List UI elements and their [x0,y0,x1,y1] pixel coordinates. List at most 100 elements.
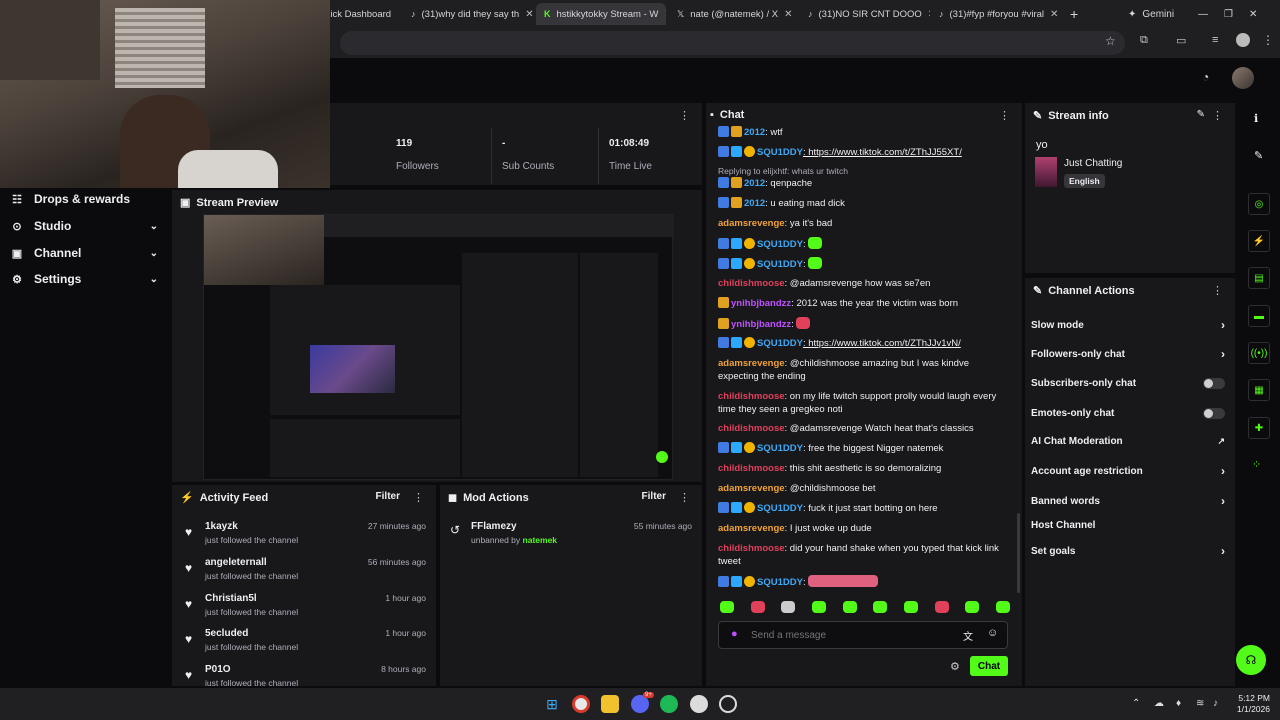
banned-words-row[interactable]: Banned words › [1031,492,1231,510]
maximize-icon[interactable]: ❐ [1224,9,1233,20]
emote-icon[interactable] [903,601,918,613]
more-options-icon[interactable]: ⋮ [1212,109,1223,122]
more-options-icon[interactable]: ⋮ [679,491,690,504]
extensions-icon[interactable]: ⧉ [1140,34,1148,47]
media-icon[interactable]: ≡ [1212,34,1218,46]
minimize-icon[interactable]: — [1198,9,1208,20]
close-icon[interactable]: ✕ [928,9,930,20]
chat-username[interactable]: ynihbjbandzz [731,298,791,309]
close-icon[interactable]: ✕ [784,9,792,20]
chat-username[interactable]: SQU1DDY [757,443,803,454]
broadcast-icon[interactable]: ((•)) [1248,342,1270,364]
chat-scrollbar[interactable] [1017,513,1020,593]
tab-tiktok-2[interactable]: ♪ (31)NO SIR CNT DOOO ✕ [800,3,930,25]
chat-username[interactable]: adamsrevenge [718,523,785,534]
emote-icon[interactable] [873,601,888,613]
ai-moderation-row[interactable]: AI Chat Moderation ↗ [1031,432,1231,450]
tab-tiktok-1[interactable]: ♪ (31)why did they say th ✕ [403,3,533,25]
tab-x[interactable]: 𝕏nate (@natemek) / X ✕ [669,3,799,25]
activity-filter-button[interactable]: Filter [376,491,400,502]
emote-icon[interactable] [995,601,1010,613]
chat-username[interactable]: SQU1DDY [757,338,803,349]
chrome-icon[interactable] [572,695,590,713]
address-bar[interactable] [340,31,1125,55]
chat-link[interactable]: : https://www.tiktok.com/t/ZThJJ55XT/ [803,147,962,158]
chat-send-button[interactable]: Chat [970,656,1008,676]
bookmark-star-icon[interactable]: ☆ [1105,34,1116,48]
chat-username[interactable]: SQU1DDY [757,259,803,270]
layout-icon[interactable]: ▦ [1248,379,1270,401]
gemini-button[interactable]: ✦ Gemini [1120,3,1180,25]
new-tab-button[interactable]: + [1062,3,1082,25]
chat-username[interactable]: SQU1DDY [757,503,803,514]
chat-username[interactable]: childishmoose [718,278,785,289]
emotes-only-toggle[interactable] [1203,407,1225,419]
document-icon[interactable]: ▤ [1248,267,1270,289]
chat-username[interactable]: adamsrevenge [718,218,785,229]
chat-username[interactable]: 2012 [744,178,765,189]
close-window-icon[interactable]: ✕ [1249,9,1257,20]
file-explorer-icon[interactable] [601,695,619,713]
mod-filter-button[interactable]: Filter [642,491,666,502]
more-options-icon[interactable]: ⋮ [999,109,1010,122]
obs-icon[interactable] [719,695,737,713]
emote-icon[interactable] [811,601,826,613]
spotify-icon[interactable] [660,695,678,713]
support-headset-icon[interactable]: ☊ [1236,645,1266,675]
emote-icon[interactable] [781,601,796,613]
clock[interactable]: 5:12 PM 1/1/2026 [1230,693,1270,715]
chat-username[interactable]: ynihbjbandzz [731,319,791,330]
set-goals-row[interactable]: Set goals › [1031,542,1231,560]
chat-username[interactable]: childishmoose [718,423,785,434]
pen-icon[interactable]: ✎ [1254,149,1263,162]
volume-icon[interactable]: ♪ [1213,698,1218,709]
windows-start-icon[interactable]: ⊞ [543,695,561,713]
chevron-up-icon[interactable]: ⌃ [1132,698,1140,709]
info-icon[interactable]: ℹ [1254,112,1258,125]
translate-icon[interactable]: 文 [963,628,973,643]
emote-icon[interactable] [720,601,734,613]
tab-tiktok-3[interactable]: ♪ (31)#fyp #foryou #viral ✕ [931,3,1061,25]
chat-username[interactable]: 2012 [744,198,765,209]
chat-icon[interactable]: ▬ [1248,305,1270,327]
slow-mode-row[interactable]: Slow mode › [1031,316,1231,334]
followers-only-row[interactable]: Followers-only chat › [1031,345,1231,363]
sidebar-item-studio[interactable]: ⊙ Studio ⌄ [0,213,172,239]
chat-username[interactable]: 2012 [744,127,765,138]
chat-username[interactable]: adamsrevenge [718,358,785,369]
onedrive-icon[interactable]: ☁ [1154,698,1164,709]
chat-link[interactable]: : https://www.tiktok.com/t/ZThJJv1vN/ [803,338,961,349]
profile-avatar[interactable] [1236,33,1250,47]
tools-icon[interactable]: ✚ [1248,417,1270,439]
apps-icon[interactable]: ⁘ [1252,458,1261,471]
sidebar-item-settings[interactable]: ⚙ Settings ⌄ [0,266,172,292]
emote-icon[interactable] [934,601,949,613]
chat-username[interactable]: childishmoose [718,463,785,474]
sidebar-item-channel[interactable]: ▣ Channel ⌄ [0,240,172,266]
menu-icon[interactable]: ⋮ [1262,33,1274,47]
close-icon[interactable]: ✕ [1050,9,1058,20]
lightning-icon[interactable]: ⚡ [1248,230,1270,252]
mic-icon[interactable]: ♦ [1176,698,1181,709]
notification-icon[interactable]: ◔ [1202,70,1209,84]
more-options-icon[interactable]: ⋮ [1212,284,1223,297]
tab-kick-stream[interactable]: Khstikkytokky Stream - W ✕ [536,3,666,25]
wifi-icon[interactable]: ≋ [1196,698,1204,709]
chat-username[interactable]: SQU1DDY [757,577,803,588]
account-age-row[interactable]: Account age restriction › [1031,462,1231,480]
cast-icon[interactable]: ▭ [1176,34,1186,47]
chat-username[interactable]: SQU1DDY [757,239,803,250]
chat-username[interactable]: SQU1DDY [757,147,803,158]
user-avatar[interactable] [1232,67,1254,89]
emote-icon[interactable] [965,601,980,613]
chat-message-input[interactable] [751,627,951,643]
chat-settings-icon[interactable]: ⚙ [950,660,960,673]
emoji-icon[interactable]: ☺ [987,627,998,639]
preview-video[interactable] [203,214,674,480]
sidebar-item-drops[interactable]: ☷ Drops & rewards [0,186,172,212]
more-options-icon[interactable]: ⋮ [413,491,424,504]
close-icon[interactable]: ✕ [525,9,533,20]
subscribers-only-toggle[interactable] [1203,377,1225,389]
clip-icon[interactable]: ◎ [1248,193,1270,215]
chat-username[interactable]: adamsrevenge [718,483,785,494]
